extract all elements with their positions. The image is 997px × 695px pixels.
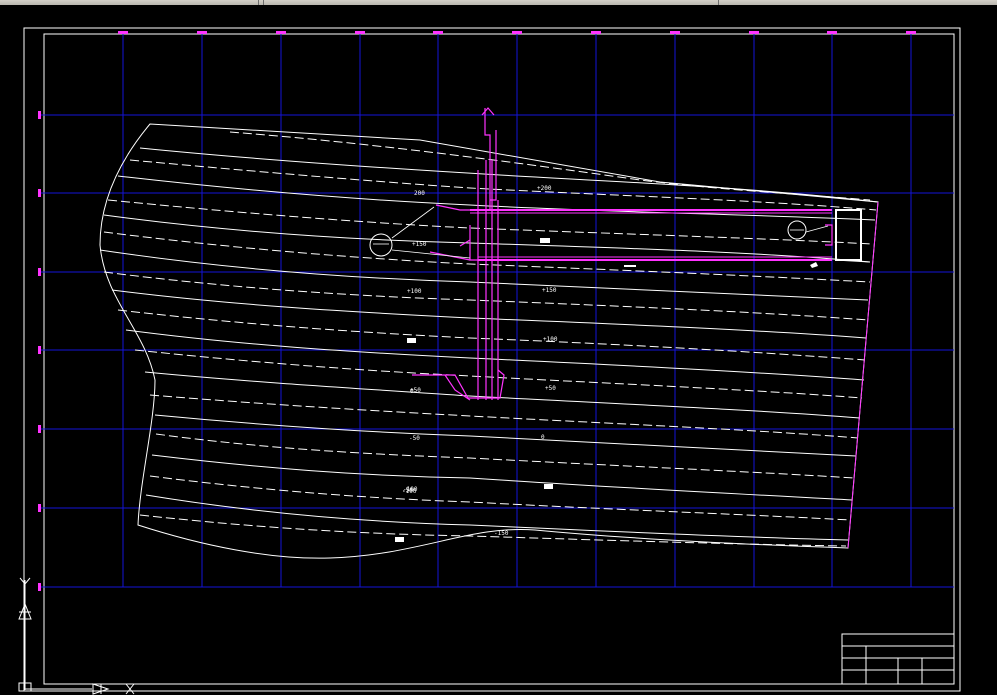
contour-label: +50 (545, 385, 556, 392)
grid-tick-top (906, 31, 916, 34)
contour-label: +100 (543, 336, 558, 343)
contour-label: -100 (402, 488, 417, 495)
contour-label: 0 (541, 434, 545, 441)
contour-label: 200 (414, 190, 425, 197)
grid-tick-left (38, 268, 41, 276)
grid-tick-top (355, 31, 365, 34)
contour-label: +150 (412, 241, 427, 248)
grid-tick-left (38, 189, 41, 197)
grid-tick-top (512, 31, 522, 34)
site-boundary (99, 123, 879, 559)
contour-label: -150 (494, 530, 509, 537)
marker-blocks (395, 238, 818, 542)
contour-line (111, 289, 867, 339)
contour-line-dashed (139, 514, 847, 547)
coordinate-grid (40, 34, 954, 588)
contour-line (103, 214, 871, 263)
grid-tick-top (276, 31, 286, 34)
contour-lines (99, 131, 879, 547)
grid-tick-top (827, 31, 837, 34)
contour-label: 0 (410, 388, 414, 395)
cad-drawing[interactable]: +150+100+500-50-100-150+200+150+100+500-… (0, 5, 997, 695)
drawing-canvas[interactable]: +150 +100 +50 0 -50 -100 -150 +200 +150 +100 +50 0-… (0, 5, 997, 695)
callout-right (787, 220, 829, 240)
grid-tick-top (433, 31, 443, 34)
boundary-magenta (847, 201, 879, 549)
grid-tick-top (197, 31, 207, 34)
title-block (841, 633, 955, 685)
alignment-structure (412, 107, 833, 401)
contour-line (139, 147, 879, 203)
grid-tick-left (38, 111, 41, 119)
contour-line (144, 371, 861, 419)
contour-label: -50 (409, 435, 420, 442)
grid-tick-top (749, 31, 759, 34)
callout-left (369, 206, 471, 259)
ucs-icon[interactable] (18, 577, 135, 695)
grid-tick-top (118, 31, 128, 34)
contour-line-dashed (149, 394, 859, 439)
contour-label: +100 (407, 288, 422, 295)
building-block (835, 209, 862, 261)
contour-line-dashed (129, 159, 877, 211)
grid-tick-left (38, 425, 41, 433)
grid-tick-left (38, 346, 41, 354)
grid-tick-left (38, 504, 41, 512)
contour-line-dashed (149, 475, 851, 521)
contour-line-dashed (155, 433, 855, 479)
contour-line (151, 454, 853, 501)
contour-label: +200 (537, 185, 552, 192)
contour-label: +150 (542, 287, 557, 294)
contour-line (125, 329, 865, 381)
contour-line (154, 414, 857, 457)
grid-tick-left (38, 583, 41, 591)
grid-tick-top (591, 31, 601, 34)
grid-tick-top (670, 31, 680, 34)
